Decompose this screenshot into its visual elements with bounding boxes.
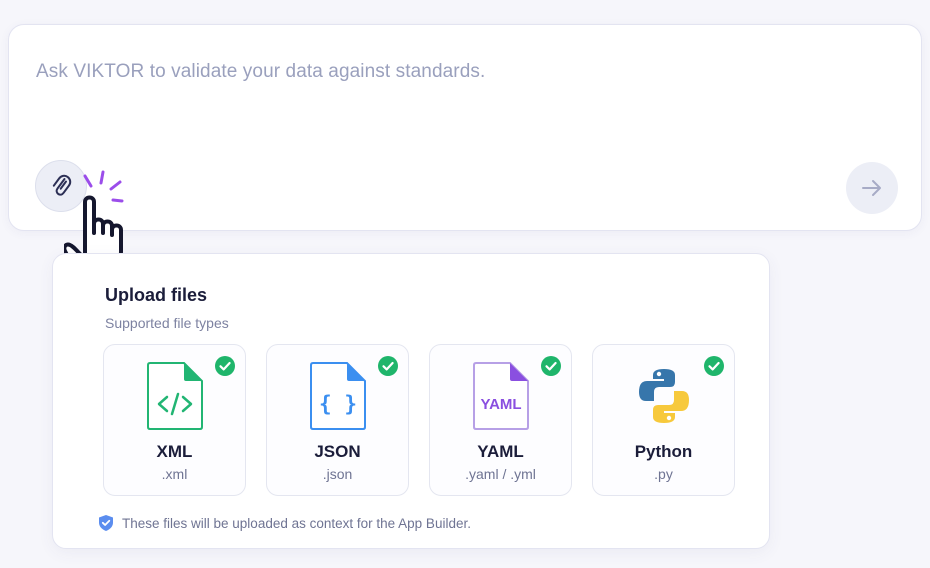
check-circle-icon — [215, 356, 235, 376]
upload-note-text: These files will be uploaded as context … — [122, 515, 471, 531]
upload-note: These files will be uploaded as context … — [98, 514, 471, 532]
check-circle-icon — [704, 356, 724, 376]
upload-subtitle: Supported file types — [105, 315, 229, 331]
python-logo-icon — [638, 369, 689, 423]
upload-files-panel: Upload files Supported file types XML .x… — [52, 253, 770, 549]
svg-text:{ }: { } — [319, 392, 357, 416]
check-circle-icon — [541, 356, 561, 376]
file-type-extension: .py — [654, 466, 673, 482]
file-type-name: JSON — [314, 442, 361, 461]
json-file-icon: { } — [309, 362, 366, 430]
file-type-card-yaml[interactable]: YAML YAML .yaml / .yml — [429, 344, 572, 496]
file-type-extension: .json — [322, 466, 353, 482]
send-button[interactable] — [846, 162, 898, 214]
yaml-icon-text: YAML — [480, 396, 521, 413]
upload-title: Upload files — [105, 285, 208, 305]
shield-check-icon — [99, 515, 113, 531]
yaml-file-icon: YAML — [472, 362, 529, 430]
file-type-name: YAML — [477, 442, 524, 461]
file-type-name: Python — [634, 442, 693, 461]
check-circle-icon — [378, 356, 398, 376]
file-type-name: XML — [156, 442, 193, 461]
prompt-input[interactable]: Ask VIKTOR to validate your data against… — [36, 61, 485, 83]
file-type-extension: .yaml / .yml — [465, 466, 536, 482]
xml-file-icon — [146, 362, 203, 430]
file-type-card-python[interactable]: Python .py — [592, 344, 735, 496]
arrow-right-icon — [862, 180, 881, 196]
file-type-extension: .xml — [161, 466, 188, 482]
file-type-card-xml[interactable]: XML .xml — [103, 344, 246, 496]
file-type-card-json[interactable]: { } JSON .json — [266, 344, 409, 496]
